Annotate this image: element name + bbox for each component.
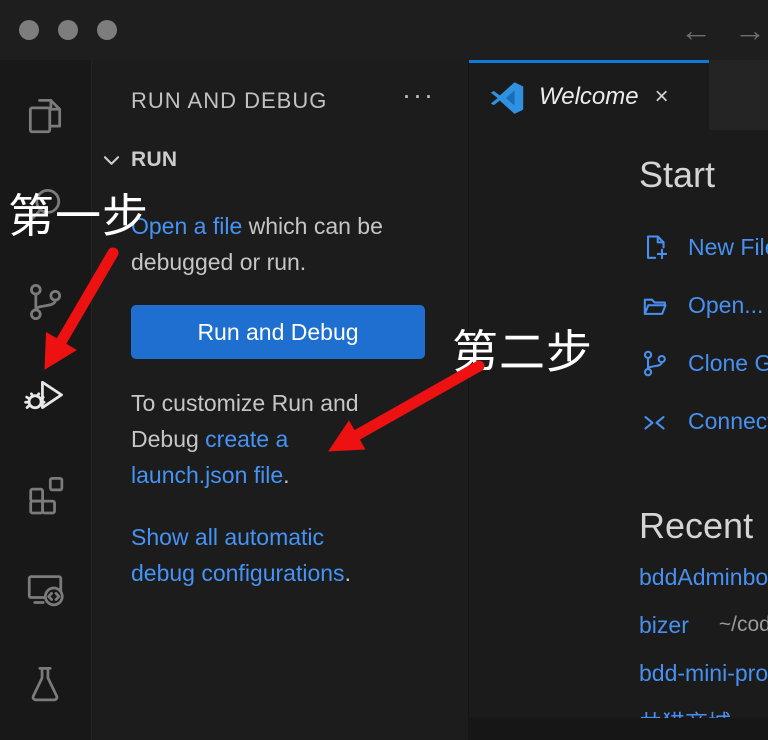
- tab-bar: Welcome ×: [469, 60, 768, 130]
- vscode-logo-icon: [489, 79, 525, 115]
- editor-area: Welcome × Start New File...: [468, 60, 768, 740]
- open-folder-icon: [639, 290, 670, 321]
- explorer-icon[interactable]: [23, 94, 67, 138]
- recent-item[interactable]: bizer ~/code: [639, 601, 768, 649]
- remote-connect-icon: [639, 406, 670, 437]
- git-clone-icon: [639, 348, 670, 379]
- start-heading: Start: [639, 154, 768, 196]
- customize-paragraph: To customize Run and Debug create a laun…: [131, 385, 395, 493]
- recent-item[interactable]: bdd-mini-program: [639, 649, 768, 697]
- open-file-paragraph: Open a file which can be debugged or run…: [131, 208, 383, 280]
- source-control-icon[interactable]: [23, 280, 67, 324]
- welcome-page: Start New File... Open: [469, 130, 768, 718]
- run-and-debug-icon[interactable]: [23, 372, 67, 416]
- new-file-icon: [639, 232, 670, 263]
- run-and-debug-button[interactable]: Run and Debug: [131, 305, 425, 359]
- search-icon[interactable]: [23, 184, 67, 228]
- show-debug-configurations-link[interactable]: Show all automatic debug configurations: [131, 524, 345, 586]
- chevron-down-icon: [101, 150, 122, 171]
- show-configs-paragraph: Show all automatic debug configurations.: [131, 519, 369, 591]
- recent-item[interactable]: 共猎商城: [639, 697, 768, 718]
- traffic-lights: [0, 20, 117, 40]
- remote-explorer-icon[interactable]: [23, 566, 67, 610]
- close-window-button[interactable]: [19, 20, 39, 40]
- tab-label: Welcome: [539, 83, 639, 111]
- history-nav: ← →: [680, 14, 768, 46]
- maximize-window-button[interactable]: [97, 20, 117, 40]
- run-section-label: RUN: [131, 148, 177, 172]
- more-actions-icon[interactable]: ···: [402, 88, 435, 102]
- minimize-window-button[interactable]: [58, 20, 78, 40]
- forward-icon[interactable]: →: [734, 14, 766, 46]
- start-item-connect[interactable]: Connect to...: [639, 392, 768, 450]
- extensions-icon[interactable]: [23, 471, 67, 515]
- editor-bottom-strip: [469, 718, 768, 740]
- run-section-header[interactable]: RUN: [92, 148, 468, 172]
- start-item-open[interactable]: Open...: [639, 276, 768, 334]
- tab-welcome[interactable]: Welcome ×: [469, 60, 709, 130]
- start-item-clone[interactable]: Clone Git Repository...: [639, 334, 768, 392]
- start-item-new-file[interactable]: New File...: [639, 218, 768, 276]
- back-icon[interactable]: ←: [680, 14, 712, 46]
- run-and-debug-panel: RUN AND DEBUG ··· RUN Open a file which …: [91, 60, 468, 740]
- recent-item[interactable]: bddAdminboot: [639, 553, 768, 601]
- activity-bar: [0, 60, 91, 740]
- panel-title: RUN AND DEBUG: [131, 88, 327, 114]
- recent-heading: Recent: [639, 505, 768, 547]
- empty-tab-strip: [709, 60, 768, 130]
- vscode-window: ← →: [0, 0, 768, 740]
- testing-icon[interactable]: [23, 661, 67, 705]
- open-a-file-link[interactable]: Open a file: [131, 213, 242, 239]
- titlebar: ← →: [0, 0, 768, 60]
- close-icon[interactable]: ×: [655, 85, 669, 109]
